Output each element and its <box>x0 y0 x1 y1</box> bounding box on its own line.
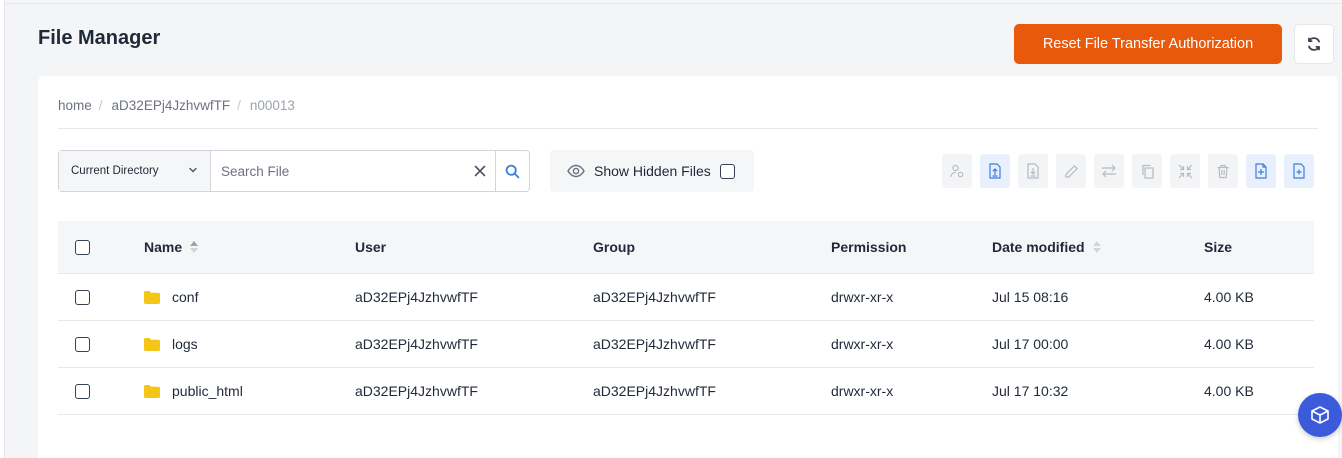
search-input[interactable] <box>211 151 465 191</box>
copy-icon <box>1140 164 1155 179</box>
file-size: 4.00 KB <box>1204 383 1254 399</box>
row-checkbox[interactable] <box>75 383 90 399</box>
file-date: Jul 17 10:32 <box>992 383 1069 399</box>
show-hidden-files-checkbox[interactable] <box>719 163 735 179</box>
file-permission: drwxr-xr-x <box>831 289 894 305</box>
table-row[interactable]: logs aD32EPj4JzhvwfTF aD32EPj4JzhvwfTF d… <box>58 321 1314 368</box>
file-permission: drwxr-xr-x <box>831 336 894 352</box>
column-header-group: Group <box>593 239 635 255</box>
compress-button[interactable] <box>1170 154 1200 188</box>
close-icon <box>474 165 486 177</box>
file-date: Jul 17 00:00 <box>992 336 1069 352</box>
help-widget-button[interactable] <box>1298 393 1342 437</box>
upload-file-button[interactable] <box>980 154 1010 188</box>
download-file-button[interactable] <box>1018 154 1048 188</box>
edit-button[interactable] <box>1056 154 1086 188</box>
user-permission-button[interactable] <box>942 154 972 188</box>
breadcrumb-user-dir[interactable]: aD32EPj4JzhvwfTF <box>112 98 231 113</box>
row-checkbox[interactable] <box>75 336 90 352</box>
new-file-button[interactable] <box>1284 154 1314 188</box>
upload-file-icon <box>988 163 1002 179</box>
chevron-down-icon <box>188 165 198 178</box>
breadcrumb-divider <box>58 128 1318 129</box>
file-name[interactable]: public_html <box>172 383 243 399</box>
copy-button[interactable] <box>1132 154 1162 188</box>
file-group: aD32EPj4JzhvwfTF <box>593 383 716 399</box>
show-hidden-files-label: Show Hidden Files <box>594 163 711 179</box>
file-group: aD32EPj4JzhvwfTF <box>593 289 716 305</box>
folder-icon <box>144 337 160 351</box>
eye-icon <box>567 164 585 178</box>
column-header-date[interactable]: Date modified <box>992 221 1102 273</box>
file-table: Name User Group Permission Date modified… <box>58 221 1314 415</box>
column-header-size: Size <box>1204 239 1233 255</box>
table-row[interactable]: conf aD32EPj4JzhvwfTF aD32EPj4JzhvwfTF d… <box>58 274 1314 321</box>
file-manager-panel: File Manager Reset File Transfer Authori… <box>4 0 1342 458</box>
compress-icon <box>1178 164 1193 179</box>
column-header-name-label: Name <box>144 239 183 255</box>
sort-icon <box>189 240 199 254</box>
table-row[interactable]: public_html aD32EPj4JzhvwfTF aD32EPj4Jzh… <box>58 368 1314 415</box>
file-name[interactable]: conf <box>172 289 198 305</box>
breadcrumb-separator: / <box>98 98 103 113</box>
file-browser-card: home / aD32EPj4JzhvwfTF / n00013 Current… <box>38 76 1338 458</box>
move-button[interactable] <box>1094 154 1124 188</box>
breadcrumb-current: n00013 <box>249 98 295 113</box>
move-icon <box>1101 164 1117 178</box>
file-user: aD32EPj4JzhvwfTF <box>355 336 478 352</box>
file-size: 4.00 KB <box>1204 336 1254 352</box>
breadcrumb-separator: / <box>237 98 241 113</box>
reset-file-transfer-button[interactable]: Reset File Transfer Authorization <box>1014 24 1282 64</box>
row-checkbox[interactable] <box>75 289 90 305</box>
sort-icon <box>1092 240 1102 254</box>
search-group: Current Directory <box>58 150 530 192</box>
page-title: File Manager <box>38 27 161 49</box>
search-icon <box>505 164 520 179</box>
show-hidden-files-toggle[interactable]: Show Hidden Files <box>550 150 754 192</box>
user-permission-icon <box>949 163 965 179</box>
refresh-icon <box>1306 36 1322 52</box>
box-icon <box>1309 404 1331 426</box>
folder-icon <box>144 290 160 304</box>
file-permission: drwxr-xr-x <box>831 383 894 399</box>
delete-button[interactable] <box>1208 154 1238 188</box>
refresh-button[interactable] <box>1294 24 1334 64</box>
file-group: aD32EPj4JzhvwfTF <box>593 336 716 352</box>
search-scope-label: Current Directory <box>71 165 159 177</box>
breadcrumb-home[interactable]: home <box>58 98 92 113</box>
edit-icon <box>1064 164 1079 179</box>
new-file-icon <box>1292 163 1306 179</box>
column-header-permission: Permission <box>831 239 907 255</box>
file-toolbar <box>942 154 1314 188</box>
file-size: 4.00 KB <box>1204 289 1254 305</box>
new-folder-icon <box>1254 163 1268 179</box>
select-all-checkbox[interactable] <box>75 239 90 255</box>
clear-search-button[interactable] <box>465 151 495 191</box>
file-date: Jul 15 08:16 <box>992 289 1069 305</box>
folder-icon <box>144 384 160 398</box>
download-file-icon <box>1026 163 1040 179</box>
file-user: aD32EPj4JzhvwfTF <box>355 289 478 305</box>
breadcrumb: home / aD32EPj4JzhvwfTF / n00013 <box>58 98 295 113</box>
file-user: aD32EPj4JzhvwfTF <box>355 383 478 399</box>
column-header-name[interactable]: Name <box>144 221 199 273</box>
search-button[interactable] <box>495 151 529 191</box>
top-divider <box>5 3 1342 4</box>
new-folder-button[interactable] <box>1246 154 1276 188</box>
file-name[interactable]: logs <box>172 336 198 352</box>
search-scope-select[interactable]: Current Directory <box>59 151 211 191</box>
table-header: Name User Group Permission Date modified… <box>58 221 1314 274</box>
column-header-user: User <box>355 239 387 255</box>
column-header-date-label: Date modified <box>992 239 1085 255</box>
trash-icon <box>1216 164 1230 179</box>
